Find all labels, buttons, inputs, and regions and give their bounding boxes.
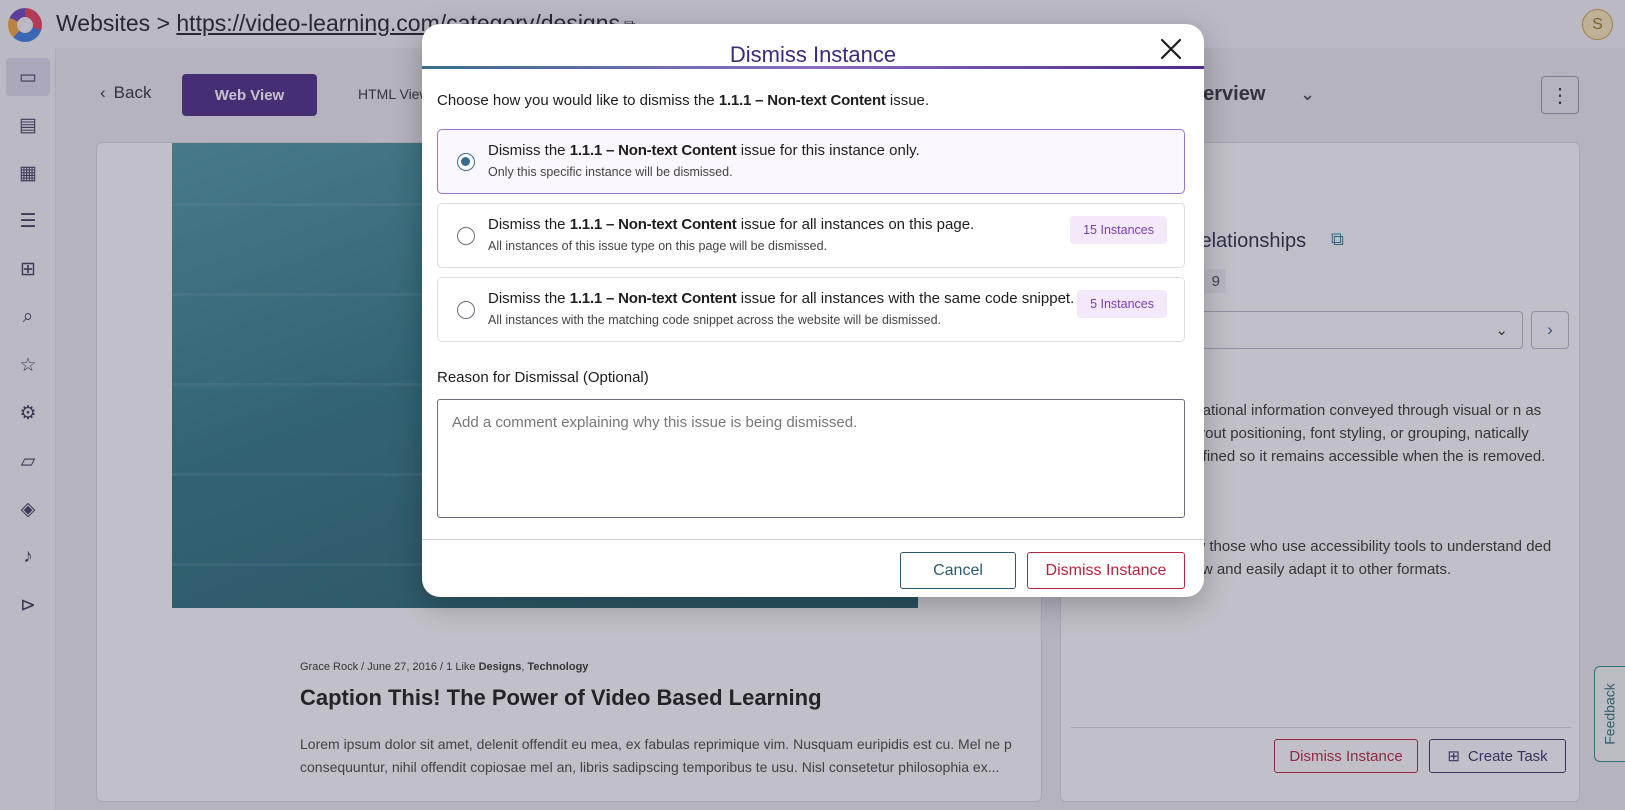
dialog-title: Dismiss Instance [729, 42, 897, 67]
instance-count-badge: 5 Instances [1077, 290, 1167, 318]
dismiss-instance-dialog: Dismiss Instance Choose how you would li… [422, 24, 1204, 597]
option-label: Dismiss the 1.1.1 – Non-text Content iss… [488, 216, 975, 233]
option-same-snippet[interactable]: Dismiss the 1.1.1 – Non-text Content iss… [437, 277, 1185, 342]
radio-all-on-page[interactable] [457, 227, 475, 245]
title-divider [422, 66, 1204, 69]
instance-count-badge: 15 Instances [1070, 216, 1167, 244]
option-label: Dismiss the 1.1.1 – Non-text Content iss… [488, 290, 1075, 307]
dialog-intro: Choose how you would like to dismiss the… [437, 92, 930, 109]
radio-this-instance[interactable] [457, 153, 475, 171]
dismiss-instance-button[interactable]: Dismiss Instance [1027, 552, 1185, 589]
radio-same-snippet[interactable] [457, 301, 475, 319]
option-description: Only this specific instance will be dism… [488, 165, 733, 179]
option-label: Dismiss the 1.1.1 – Non-text Content iss… [488, 142, 920, 159]
reason-label: Reason for Dismissal (Optional) [437, 369, 649, 386]
option-all-on-page[interactable]: Dismiss the 1.1.1 – Non-text Content iss… [437, 203, 1185, 268]
option-this-instance[interactable]: Dismiss the 1.1.1 – Non-text Content iss… [437, 129, 1185, 194]
close-icon[interactable] [1154, 32, 1188, 66]
cancel-button[interactable]: Cancel [900, 552, 1016, 589]
option-description: All instances with the matching code sni… [488, 313, 941, 327]
reason-textarea[interactable] [437, 399, 1185, 518]
footer-divider [422, 539, 1204, 540]
option-description: All instances of this issue type on this… [488, 239, 828, 253]
